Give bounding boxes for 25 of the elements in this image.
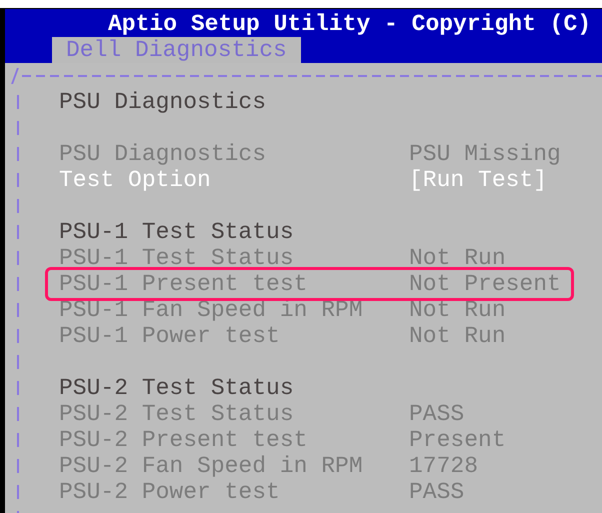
setting-label: PSU-1 Present test — [59, 271, 308, 297]
setting-value: Present — [409, 427, 507, 453]
setting-value: PASS — [409, 479, 466, 505]
setting-value: 17728 — [409, 453, 480, 479]
setting-label: PSU-2 Power test — [59, 479, 281, 505]
section-heading: PSU Diagnostics — [59, 89, 266, 115]
section-heading: PSU-2 Test Status — [59, 375, 294, 401]
setting-value: Not Run — [409, 297, 507, 323]
setting-label[interactable]: Test Option — [59, 167, 409, 193]
setting-value[interactable]: [Run Test] — [409, 167, 570, 193]
tab[interactable]: Dell Diagnostics — [52, 37, 301, 63]
window-title: Aptio Setup Utility - Copyright (C) — [107, 10, 592, 37]
setting-value: Not Run — [409, 323, 507, 349]
setting-label: PSU-2 Present test — [59, 427, 308, 453]
section-heading: PSU-1 Test Status — [59, 219, 294, 245]
setting-label: PSU-2 Test Status — [59, 401, 295, 427]
setting-label: PSU-1 Power test — [59, 323, 281, 349]
setting-label: PSU-2 Fan Speed in RPM — [59, 453, 364, 479]
setting-label: PSU-1 Fan Speed in RPM — [59, 297, 364, 323]
setting-value: PASS — [409, 401, 466, 427]
setting-value: Not Present — [409, 271, 562, 297]
setting-label: PSU Diagnostics — [59, 141, 268, 167]
setting-label: PSU-1 Test Status — [59, 245, 295, 271]
setting-value: Not Run — [409, 245, 507, 271]
setting-value: PSU Missing — [409, 141, 562, 167]
